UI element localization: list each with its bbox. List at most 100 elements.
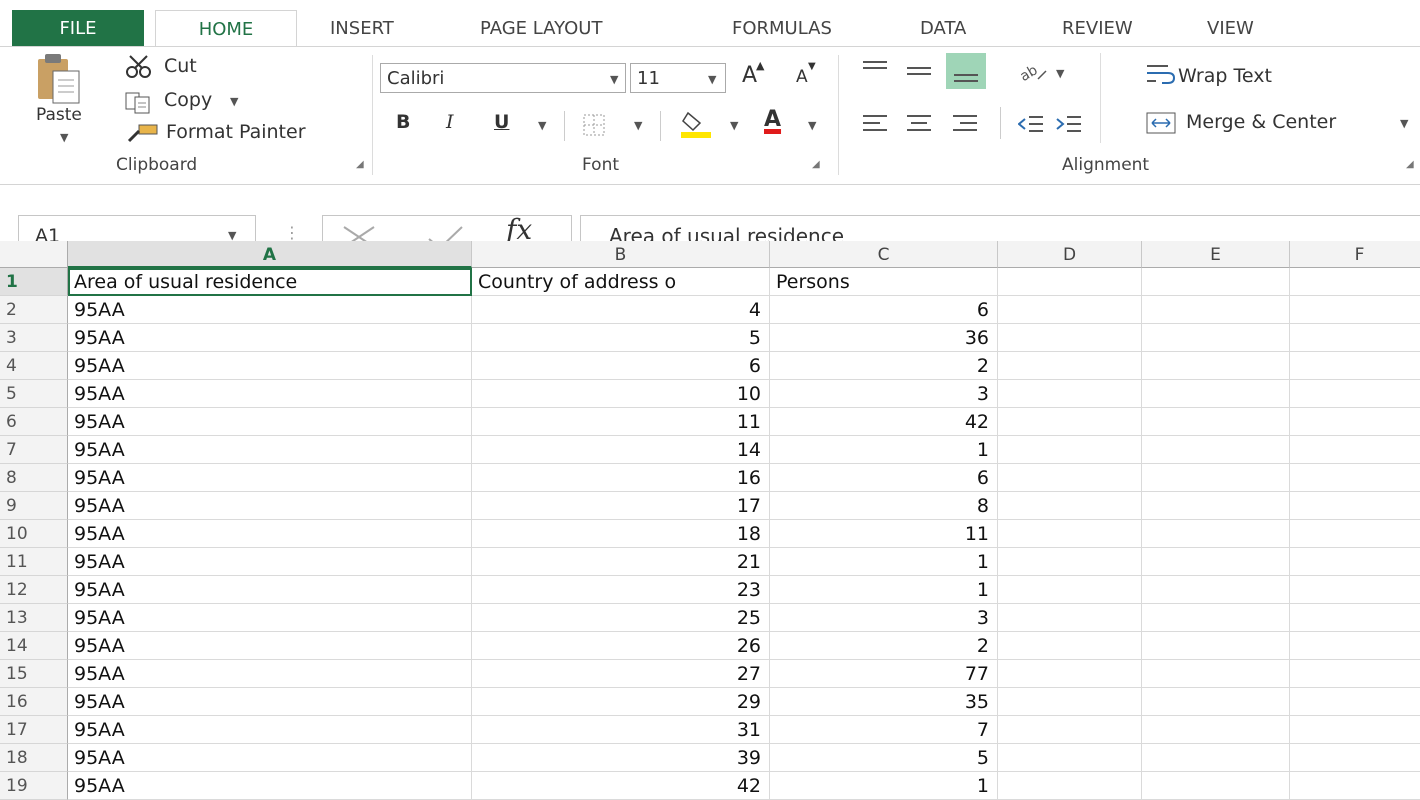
decrease-indent-icon[interactable] [1017, 113, 1044, 139]
table-cell[interactable]: 95AA [68, 408, 472, 436]
font-family-select[interactable]: Calibri [380, 63, 626, 93]
table-cell[interactable]: 95AA [68, 520, 472, 548]
table-cell[interactable]: 6 [472, 352, 770, 380]
table-cell[interactable] [1142, 408, 1290, 436]
table-cell[interactable]: 27 [472, 660, 770, 688]
cut-button[interactable]: Cut [164, 55, 197, 77]
table-cell[interactable]: 2 [770, 632, 998, 660]
align-left-icon[interactable] [862, 113, 888, 139]
table-cell[interactable] [1290, 324, 1420, 352]
table-cell[interactable] [998, 604, 1142, 632]
tab-page-layout[interactable]: PAGE LAYOUT [480, 10, 602, 46]
column-header-e[interactable]: E [1142, 241, 1290, 268]
row-header[interactable]: 3 [0, 324, 68, 352]
table-cell[interactable]: 6 [770, 464, 998, 492]
italic-button[interactable]: I [446, 111, 454, 133]
row-header[interactable]: 9 [0, 492, 68, 520]
table-cell[interactable]: 18 [472, 520, 770, 548]
table-cell[interactable]: 17 [472, 492, 770, 520]
table-cell[interactable] [998, 548, 1142, 576]
table-cell[interactable]: 95AA [68, 772, 472, 800]
align-center-icon[interactable] [906, 113, 932, 139]
copy-dropdown-icon[interactable]: ▼ [230, 95, 238, 108]
row-header[interactable]: 10 [0, 520, 68, 548]
table-cell[interactable] [1142, 380, 1290, 408]
table-cell[interactable]: 10 [472, 380, 770, 408]
orientation-icon[interactable]: ab [1017, 59, 1048, 87]
column-header-c[interactable]: C [770, 241, 998, 268]
merge-center-dropdown-icon[interactable]: ▼ [1400, 117, 1408, 130]
table-cell[interactable]: 77 [770, 660, 998, 688]
decrease-font-size-button[interactable]: A [796, 67, 808, 87]
table-cell[interactable] [1142, 296, 1290, 324]
bold-button[interactable]: B [396, 111, 410, 133]
table-cell[interactable]: 2 [770, 352, 998, 380]
table-cell[interactable] [998, 772, 1142, 800]
row-header[interactable]: 13 [0, 604, 68, 632]
orientation-dropdown-icon[interactable]: ▼ [1056, 67, 1064, 80]
table-cell[interactable] [1142, 576, 1290, 604]
table-cell[interactable]: 95AA [68, 464, 472, 492]
row-header[interactable]: 4 [0, 352, 68, 380]
column-header-f[interactable]: F [1290, 241, 1420, 268]
table-cell[interactable] [1142, 492, 1290, 520]
table-cell[interactable]: 95AA [68, 296, 472, 324]
table-cell[interactable] [1290, 268, 1420, 296]
table-cell[interactable] [1290, 352, 1420, 380]
row-header[interactable]: 8 [0, 464, 68, 492]
table-cell[interactable] [998, 576, 1142, 604]
table-cell[interactable] [1142, 324, 1290, 352]
table-cell[interactable]: 42 [770, 408, 998, 436]
tab-view[interactable]: VIEW [1207, 10, 1254, 46]
table-cell[interactable] [1290, 744, 1420, 772]
borders-icon[interactable] [582, 113, 606, 141]
table-cell[interactable]: 1 [770, 548, 998, 576]
table-cell[interactable]: 3 [770, 380, 998, 408]
row-header[interactable]: 11 [0, 548, 68, 576]
font-launcher-icon[interactable]: ◢ [812, 159, 820, 170]
table-cell[interactable]: 95AA [68, 492, 472, 520]
row-header[interactable]: 16 [0, 688, 68, 716]
table-cell[interactable] [1290, 604, 1420, 632]
table-cell[interactable]: 31 [472, 716, 770, 744]
increase-font-size-button[interactable]: A [742, 63, 757, 88]
table-cell[interactable] [1290, 576, 1420, 604]
table-cell[interactable] [1290, 632, 1420, 660]
table-cell[interactable]: 95AA [68, 660, 472, 688]
row-header[interactable]: 1 [0, 268, 68, 296]
table-cell[interactable] [1142, 632, 1290, 660]
table-cell[interactable] [1142, 464, 1290, 492]
font-size-dropdown-icon[interactable]: ▼ [708, 73, 716, 86]
table-cell[interactable]: 11 [472, 408, 770, 436]
table-cell[interactable] [998, 660, 1142, 688]
table-cell[interactable] [998, 268, 1142, 296]
table-cell[interactable]: 35 [770, 688, 998, 716]
table-cell[interactable] [1290, 436, 1420, 464]
row-header[interactable]: 2 [0, 296, 68, 324]
clipboard-launcher-icon[interactable]: ◢ [356, 159, 364, 170]
row-header[interactable]: 14 [0, 632, 68, 660]
row-header[interactable]: 17 [0, 716, 68, 744]
table-cell[interactable]: 95AA [68, 716, 472, 744]
table-cell[interactable]: 95AA [68, 604, 472, 632]
paste-button[interactable] [36, 53, 102, 109]
underline-button[interactable]: U [494, 111, 509, 133]
table-cell[interactable] [1290, 464, 1420, 492]
table-cell[interactable]: 26 [472, 632, 770, 660]
table-cell[interactable]: 4 [472, 296, 770, 324]
tab-home[interactable]: HOME [155, 10, 297, 47]
table-cell[interactable] [998, 492, 1142, 520]
table-cell[interactable] [1290, 548, 1420, 576]
underline-dropdown-icon[interactable]: ▼ [538, 119, 546, 132]
table-cell[interactable]: Country of address o [472, 268, 770, 296]
merge-center-button[interactable]: Merge & Center [1186, 111, 1336, 133]
table-cell[interactable] [1290, 380, 1420, 408]
table-cell[interactable] [998, 632, 1142, 660]
table-cell[interactable] [1290, 296, 1420, 324]
table-cell[interactable] [1290, 492, 1420, 520]
fill-color-dropdown-icon[interactable]: ▼ [730, 119, 738, 132]
table-cell[interactable]: 5 [770, 744, 998, 772]
table-cell[interactable]: 42 [472, 772, 770, 800]
wrap-text-button[interactable]: Wrap Text [1178, 65, 1272, 87]
table-cell[interactable]: 95AA [68, 380, 472, 408]
